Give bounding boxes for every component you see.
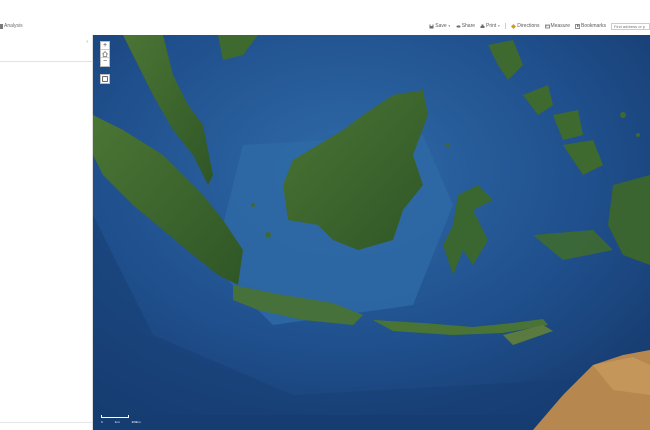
ruler-icon <box>544 24 550 28</box>
analysis-icon <box>0 23 3 29</box>
side-panel: ‹ <box>0 35 93 430</box>
search-input[interactable] <box>611 22 650 30</box>
share-button[interactable]: Share <box>456 23 475 29</box>
scale-labels: 0 1mi 300km <box>101 420 141 424</box>
analysis-label: Analysis <box>4 23 23 29</box>
zoom-controls: + − <box>100 41 110 67</box>
measure-label: Measure <box>550 23 570 29</box>
zoom-in-button[interactable]: + <box>101 42 109 50</box>
bookmarks-label: Bookmarks <box>580 23 606 29</box>
bookmarks-button[interactable]: Bookmarks <box>575 23 606 29</box>
directions-button[interactable]: Directions <box>511 23 540 29</box>
bookmark-icon <box>575 23 580 29</box>
collapse-panel-button[interactable]: ‹ <box>86 39 88 45</box>
scale-label: 0 <box>101 420 103 424</box>
print-label: Print <box>486 23 497 29</box>
directions-icon <box>511 23 517 29</box>
share-label: Share <box>461 23 476 29</box>
fullscreen-icon <box>102 76 108 82</box>
measure-button[interactable]: Measure <box>544 23 570 29</box>
directions-label: Directions <box>517 23 540 29</box>
satellite-basemap[interactable] <box>93 35 650 430</box>
fullscreen-button[interactable] <box>100 74 110 84</box>
scale-label: 1mi <box>114 420 120 424</box>
chevron-down-icon: ▼ <box>497 24 501 28</box>
save-label: Save <box>435 23 447 29</box>
top-toolbar: Analysis Save ▼ Share Print ▼ Directions… <box>0 0 650 35</box>
panel-divider <box>0 422 92 423</box>
floppy-icon <box>429 24 434 28</box>
panel-header: ‹ <box>0 35 92 62</box>
analysis-tab[interactable]: Analysis <box>0 23 23 29</box>
zoom-out-button[interactable]: − <box>101 58 109 66</box>
printer-icon <box>480 24 485 28</box>
home-icon <box>101 51 109 57</box>
chevron-down-icon: ▼ <box>447 24 451 28</box>
print-button[interactable]: Print ▼ <box>480 23 500 29</box>
share-icon <box>456 25 461 27</box>
save-button[interactable]: Save ▼ <box>429 23 451 29</box>
scale-bar <box>101 415 129 418</box>
map-viewer-app: Analysis Save ▼ Share Print ▼ Directions… <box>0 0 650 430</box>
toolbar-divider <box>505 23 507 29</box>
scale-label: 300km <box>131 420 141 424</box>
home-button[interactable] <box>101 50 109 58</box>
toolbar-tools: Save ▼ Share Print ▼ Directions Measure … <box>429 22 650 30</box>
map-view[interactable]: + − 0 1mi 300km <box>93 35 650 430</box>
